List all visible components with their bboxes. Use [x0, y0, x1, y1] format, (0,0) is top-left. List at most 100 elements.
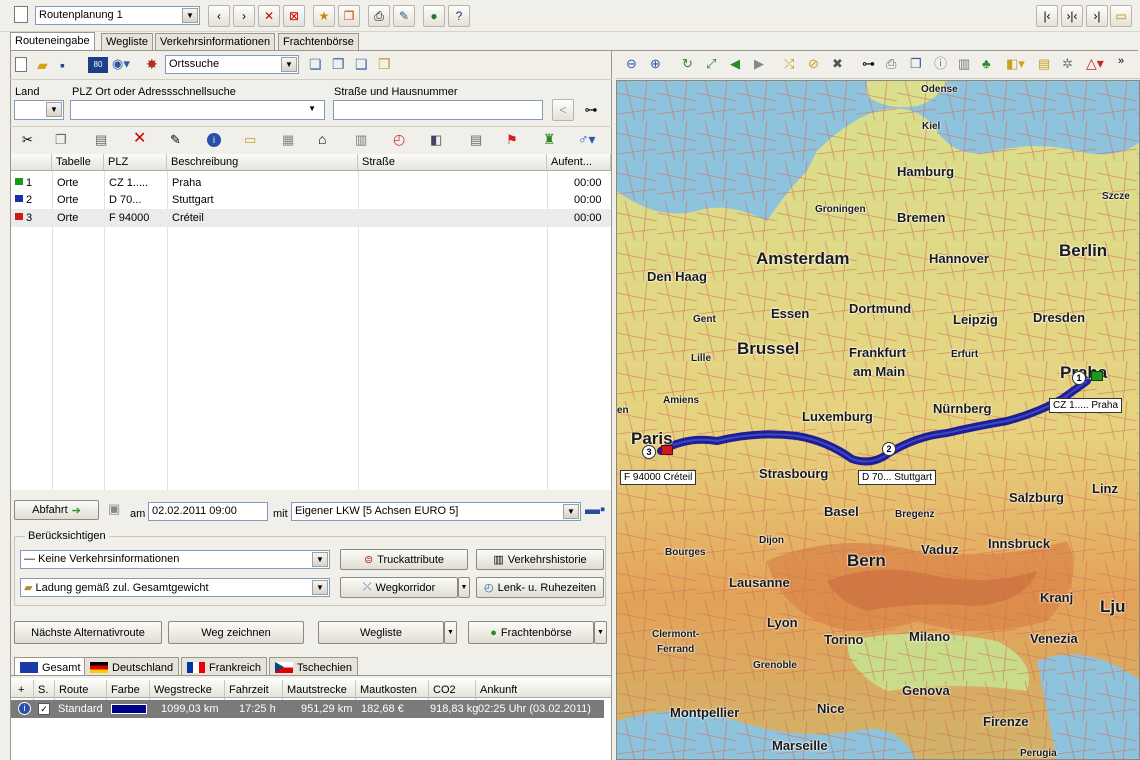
summary-header-mautkosten[interactable]: Mautkosten — [360, 684, 417, 696]
search-mode-select[interactable]: Ortssuche ▼ — [165, 55, 299, 74]
copy-icon[interactable]: ❐ — [55, 133, 67, 146]
truckattribute-button[interactable]: ⊜ Truckattribute — [340, 549, 468, 570]
street-input[interactable] — [333, 100, 543, 120]
columns-icon[interactable]: ▥ — [958, 57, 970, 70]
tab-deutschland[interactable]: Deutschland — [84, 657, 180, 675]
wegliste-dropdown[interactable]: ▼ — [444, 621, 457, 644]
insert-icon[interactable]: ❏ — [309, 57, 322, 71]
arrow-right-icon[interactable]: ▶ — [754, 57, 764, 70]
summary-row[interactable]: i ✓ Standard 1099,03 km 17:25 h 951,29 k… — [11, 700, 604, 718]
person-icon[interactable]: ♂▾ — [578, 132, 596, 146]
remove-stop-icon[interactable]: ❑ — [355, 57, 368, 71]
save-icon[interactable]: ▪ — [60, 58, 65, 72]
warning-icon[interactable]: △▾ — [1086, 56, 1104, 70]
gear-icon[interactable]: ✸ — [146, 57, 158, 71]
info-icon[interactable]: i — [207, 133, 221, 147]
grid-header-strasse[interactable]: Straße — [358, 154, 547, 171]
insert-before-icon[interactable]: ❐ — [332, 57, 345, 71]
globe-button[interactable]: ● — [423, 5, 445, 27]
refresh-icon[interactable]: ↻ — [682, 57, 693, 70]
info-icon[interactable]: ⓘ — [934, 57, 947, 70]
map-bubble-stuttgart[interactable]: D 70... Stuttgart — [858, 470, 937, 485]
summary-header-ankunft[interactable]: Ankunft — [480, 684, 517, 696]
folder-icon[interactable]: ▰ — [37, 58, 48, 72]
tab-frachtenboerse[interactable]: Frachtenbörse — [278, 33, 359, 50]
last-button[interactable]: ›| — [1086, 5, 1108, 27]
list-icon[interactable]: ▤ — [470, 133, 482, 146]
expand-icon[interactable]: ⤢ — [706, 57, 716, 70]
load-select[interactable]: ▰ Ladung gemäß zul. Gesamtgewicht ▼ — [20, 578, 330, 597]
zoom-in-icon[interactable]: ⊕ — [650, 57, 661, 70]
image-icon[interactable]: ▦ — [282, 133, 294, 146]
prev-route-button[interactable]: ‹ — [208, 5, 230, 27]
wegkorridor-dropdown[interactable]: ▼ — [458, 577, 470, 598]
frachtenboerse-dropdown[interactable]: ▼ — [594, 621, 607, 644]
draw-route-button[interactable]: Weg zeichnen — [168, 621, 304, 644]
map-bubble-praha[interactable]: CZ 1..... Praha — [1049, 398, 1123, 413]
grid-header-beschreibung[interactable]: Beschreibung — [167, 154, 358, 171]
map-marker-2[interactable]: 2 — [882, 442, 896, 456]
table-row[interactable]: 2 Orte D 70... Stuttgart 00:00 — [11, 192, 611, 209]
route-select[interactable]: Routenplanung 1 ▼ — [35, 6, 200, 25]
card-icon[interactable]: ▭ — [244, 133, 256, 146]
home-icon[interactable]: ⌂ — [318, 132, 326, 146]
tab-routeneingabe[interactable]: Routeneingabe — [10, 32, 95, 50]
grid-header-tabelle[interactable]: Tabelle — [52, 154, 104, 171]
more-icon[interactable]: » — [1118, 56, 1124, 67]
measure-icon[interactable]: ⊘ — [808, 57, 819, 70]
summary-header-plus[interactable]: + — [18, 684, 24, 696]
clear-tool-icon[interactable]: ✖ — [832, 57, 843, 70]
zoom-out-icon[interactable]: ⊖ — [626, 57, 637, 70]
export-button[interactable]: ❐ — [338, 5, 360, 27]
traffic-select[interactable]: — Keine Verkehrsinformationen ▼ — [20, 550, 330, 569]
table-row-selected[interactable]: 3 Orte F 94000 Créteil 00:00 — [11, 209, 611, 227]
summary-header-fahrzeit[interactable]: Fahrzeit — [229, 684, 269, 696]
lock-icon[interactable]: ▣ — [108, 502, 120, 515]
window-button[interactable]: ▭ — [1110, 5, 1132, 27]
plz-input[interactable]: ▼ — [70, 100, 325, 120]
stop-options-icon[interactable]: ❒ — [378, 57, 391, 71]
summary-header-farbe[interactable]: Farbe — [111, 684, 140, 696]
back-button[interactable]: < — [552, 99, 574, 121]
summary-header-wegstrecke[interactable]: Wegstrecke — [154, 684, 212, 696]
chart-icon[interactable]: ▥ — [355, 133, 367, 146]
layers-icon[interactable]: ◧▾ — [1006, 57, 1025, 70]
first-button[interactable]: |‹ — [1036, 5, 1058, 27]
map-marker-3[interactable]: 3 — [642, 445, 656, 459]
abfahrt-button[interactable]: Abfahrt ➔ — [14, 500, 99, 520]
clock-icon[interactable]: ◴ — [393, 132, 405, 146]
summary-header-co2[interactable]: CO2 — [433, 684, 456, 696]
wegliste-button[interactable]: Wegliste — [318, 621, 444, 644]
settings-icon[interactable]: ✲ — [1062, 57, 1073, 70]
table-icon[interactable]: 80 — [88, 57, 108, 73]
copy-map-icon[interactable]: ❐ — [910, 57, 922, 70]
paste-icon[interactable]: ▤ — [95, 133, 107, 146]
delete-icon[interactable]: ✕ — [133, 131, 146, 147]
tab-verkehrsinformationen[interactable]: Verkehrsinformationen — [155, 33, 276, 50]
tools-button[interactable]: ✎ — [393, 5, 415, 27]
next-alternative-button[interactable]: Nächste Alternativroute — [14, 621, 162, 644]
tab-wegliste[interactable]: Wegliste — [101, 33, 153, 50]
help-button[interactable]: ? — [448, 5, 470, 27]
search-button[interactable]: ⊶ — [580, 99, 602, 121]
tab-frankreich[interactable]: Frankreich — [181, 657, 267, 675]
summary-header-route[interactable]: Route — [59, 684, 88, 696]
vehicle-select[interactable]: Eigener LKW [5 Achsen EURO 5] ▼ — [291, 502, 581, 521]
close-all-routes-button[interactable]: ⊠ — [283, 5, 305, 27]
print-icon[interactable]: ⎙ — [886, 57, 896, 70]
print-button[interactable]: ⎙ — [368, 5, 390, 27]
land-select[interactable]: ▼ — [14, 100, 64, 120]
notes-icon[interactable]: ▤ — [1038, 57, 1050, 70]
wegkorridor-button[interactable]: ⤬ Wegkorridor — [340, 577, 458, 598]
layers-icon[interactable]: ◧ — [430, 133, 442, 146]
binoculars-icon[interactable]: ⊶ — [862, 57, 875, 70]
tree-icon[interactable]: ♣ — [982, 57, 991, 70]
grid-header-aufenthalt[interactable]: Aufent... — [547, 154, 611, 171]
arrow-left-icon[interactable]: ◀ — [730, 57, 740, 70]
tab-tschechien[interactable]: Tschechien — [269, 657, 359, 675]
checkbox[interactable]: ✓ — [38, 703, 50, 715]
new-icon[interactable] — [15, 57, 27, 72]
lenkzeiten-button[interactable]: ◴ Lenk- u. Ruhezeiten — [476, 577, 604, 598]
map-marker-1[interactable]: 1 — [1072, 371, 1086, 385]
split-button[interactable]: ›|‹ — [1061, 5, 1083, 27]
